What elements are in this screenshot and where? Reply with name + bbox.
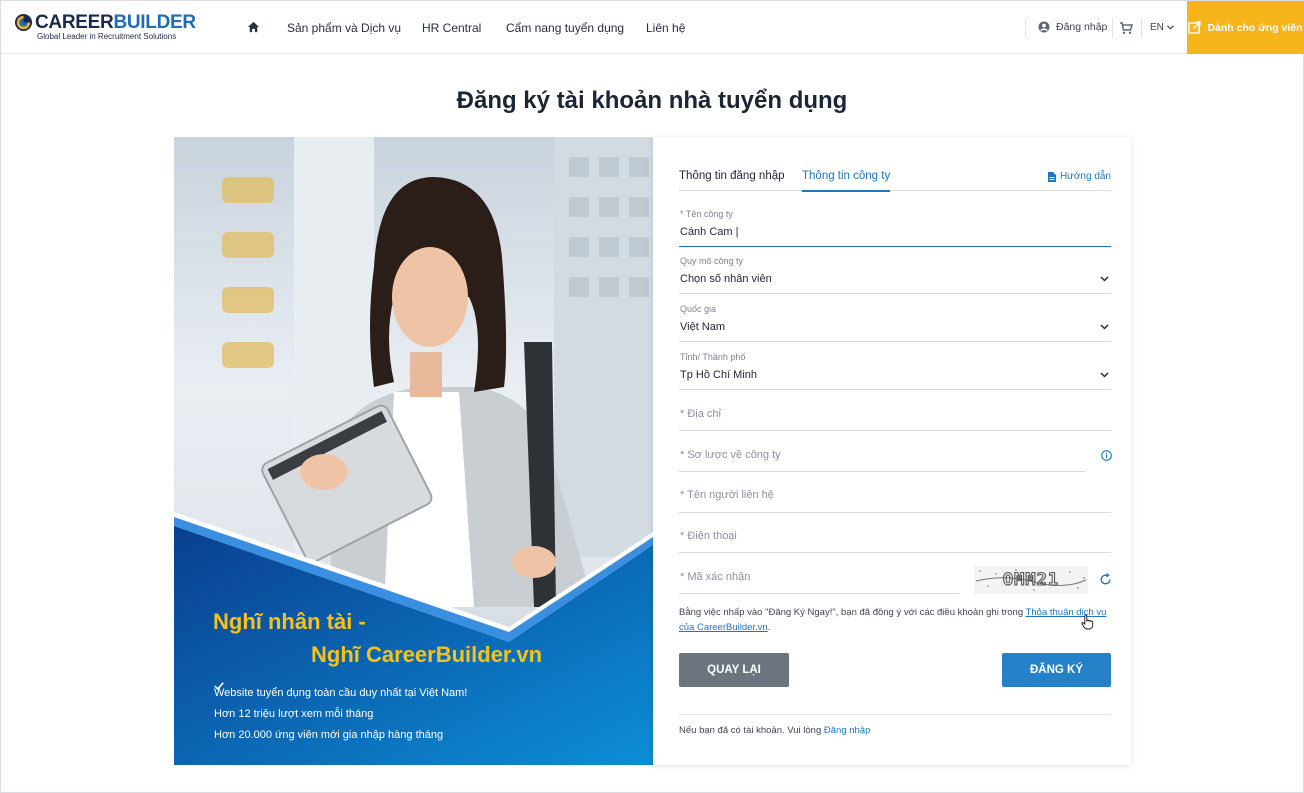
hero-bullet: Hơn 20.000 ứng viên mới gia nhập hàng th…	[214, 682, 467, 745]
chevron-down-icon	[1100, 324, 1109, 330]
phone-placeholder: * Điện thoại	[680, 530, 737, 542]
captcha-noise: OMM21	[975, 569, 1087, 591]
header-divider	[1025, 18, 1026, 38]
language-label: EN	[1150, 22, 1164, 33]
hero-bullet-text: Website tuyển dụng toàn cầu duy nhất tại…	[214, 686, 468, 699]
nav-hr-central[interactable]: HR Central	[422, 21, 481, 35]
page-title: Đăng ký tài khoản nhà tuyển dụng	[456, 87, 848, 114]
logo-wordmark: CAREERBUILDER	[35, 12, 196, 33]
company-size-label: Quy mô công ty	[680, 256, 744, 266]
captcha-input[interactable]: * Mã xác nhận	[679, 562, 959, 594]
city-select[interactable]: Tỉnh/ Thành phố Tp Hồ Chí Minh	[679, 350, 1111, 390]
external-edit-icon	[1188, 21, 1202, 34]
tab-login-info[interactable]: Thông tin đăng nhập	[679, 170, 785, 182]
check-icon	[214, 682, 224, 690]
cart-icon[interactable]	[1119, 21, 1133, 35]
registration-form-card: Thông tin đăng nhập Thông tin công ty Hư…	[653, 137, 1131, 765]
company-size-value: Chọn số nhân viên	[680, 273, 772, 285]
address-input[interactable]: * Địa chỉ	[679, 399, 1111, 431]
header-divider	[1141, 18, 1142, 38]
logo-mark-icon	[14, 13, 33, 32]
login-link[interactable]: Đăng nhập	[1038, 21, 1107, 33]
city-label: Tỉnh/ Thành phố	[680, 352, 746, 362]
nav-products-services[interactable]: Sản phẩm và Dịch vụ	[287, 21, 401, 35]
home-icon[interactable]	[247, 21, 260, 34]
company-name-value: Cánh Cam |	[680, 226, 739, 238]
company-size-select[interactable]: Quy mô công ty Chọn số nhân viên	[679, 254, 1111, 294]
logo-tagline: Global Leader in Recruitment Solutions	[37, 32, 177, 41]
country-select[interactable]: Quốc gia Việt Nam	[679, 302, 1111, 342]
company-name-field[interactable]: * Tên công ty Cánh Cam |	[679, 206, 1111, 247]
captcha-placeholder: * Mã xác nhận	[680, 571, 751, 583]
chevron-down-icon	[1167, 25, 1174, 30]
company-name-label: * Tên công ty	[680, 209, 733, 219]
form-tabs: Thông tin đăng nhập Thông tin công ty Hư…	[679, 170, 1111, 192]
hero-headline-1: Nghĩ nhân tài -	[213, 609, 366, 634]
country-value: Việt Nam	[680, 321, 726, 333]
existing-account-note: Nếu bạn đã có tài khoản. Vui lòng Đăng n…	[679, 725, 871, 736]
contact-name-placeholder: * Tên người liên hệ	[680, 489, 774, 501]
captcha-code: OMM21	[1003, 570, 1059, 590]
tab-company-info[interactable]: Thông tin công ty	[802, 170, 891, 192]
hero-illustration	[174, 137, 653, 765]
guide-label: Hướng dẫn	[1059, 171, 1111, 182]
hero-bullet-text: Hơn 20.000 ứng viên mới gia nhập hàng th…	[214, 728, 444, 741]
hero-headline-2: Nghĩ CareerBuilder.vn	[311, 642, 543, 667]
info-icon[interactable]	[1101, 450, 1112, 461]
top-header: CAREERBUILDER Global Leader in Recruitme…	[1, 1, 1304, 54]
hero-bullet-list: Website tuyển dụng toàn cầu duy nhất tại…	[214, 682, 467, 745]
hero-bullet-text: Hơn 12 triệu lượt xem mỗi tháng	[214, 707, 374, 720]
chevron-down-icon	[1100, 276, 1109, 282]
user-icon	[1038, 21, 1050, 33]
back-button[interactable]: QUAY LẠI	[679, 653, 789, 687]
hero-bullet: Hơn 12 triệu lượt xem mỗi tháng	[214, 682, 467, 724]
chevron-down-icon	[1100, 372, 1109, 378]
terms-notice: Bằng việc nhấp vào "Đăng Ký Ngay!", bạn …	[679, 607, 1107, 633]
hero-banner: Nghĩ nhân tài - Nghĩ CareerBuilder.vn We…	[174, 137, 653, 765]
company-summary-placeholder: * Sơ lược về công ty	[680, 449, 781, 461]
nav-contact[interactable]: Liên hệ	[646, 21, 685, 35]
refresh-icon[interactable]	[1099, 573, 1112, 586]
document-icon	[1047, 171, 1056, 182]
company-summary-input[interactable]: * Sơ lược về công ty	[679, 440, 1085, 472]
hand-cursor-icon	[1081, 614, 1094, 630]
register-button[interactable]: ĐĂNG KÝ	[1002, 653, 1111, 687]
login-label: Đăng nhập	[1056, 21, 1108, 33]
country-label: Quốc gia	[680, 304, 717, 314]
language-selector[interactable]: EN	[1150, 22, 1174, 33]
form-divider	[679, 714, 1111, 715]
captcha-image: OMM21	[974, 566, 1088, 594]
hero-bullet: Website tuyển dụng toàn cầu duy nhất tại…	[214, 682, 467, 703]
header-divider	[1112, 18, 1113, 38]
for-candidates-label: Dành cho ứng viên	[1207, 21, 1303, 34]
login-link-bottom[interactable]: Đăng nhập	[824, 725, 870, 736]
city-value: Tp Hồ Chí Minh	[680, 369, 758, 381]
guide-link[interactable]: Hướng dẫn	[1047, 171, 1111, 182]
careerbuilder-logo[interactable]: CAREERBUILDER Global Leader in Recruitme…	[14, 12, 196, 42]
nav-recruitment-handbook[interactable]: Cẩm nang tuyển dụng	[506, 21, 624, 35]
for-candidates-button[interactable]: Dành cho ứng viên	[1187, 1, 1304, 54]
contact-name-input[interactable]: * Tên người liên hệ	[679, 481, 1111, 513]
address-placeholder: * Địa chỉ	[680, 408, 721, 420]
phone-input[interactable]: * Điện thoại	[679, 521, 1111, 553]
